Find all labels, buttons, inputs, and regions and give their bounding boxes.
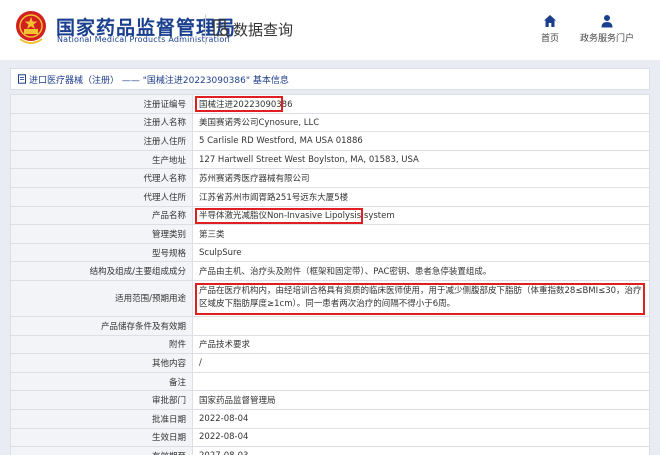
nav-gov-label: 政务服务门户	[580, 34, 635, 44]
field-value: 2022-08-04	[192, 427, 650, 448]
field-label: 产品储存条件及有效期	[10, 315, 193, 336]
table-row: 代理人名称 苏州赛诺秀医疗器械有限公司	[10, 168, 650, 188]
field-value: /	[192, 353, 650, 373]
nav-home-label: 首页	[541, 34, 560, 44]
field-label: 型号规格	[10, 242, 193, 263]
field-value: 2027-08-03	[192, 446, 650, 455]
field-label: 代理人名称	[10, 168, 193, 188]
table-row: 生产地址 127 Hartwell Street West Boylston, …	[10, 149, 650, 170]
field-label: 批准日期	[10, 408, 193, 429]
field-value: 苏州赛诺秀医疗器械有限公司	[192, 168, 650, 188]
table-row: 附件 产品技术要求	[10, 334, 650, 355]
field-value: 产品技术要求	[192, 334, 650, 355]
field-value: 半导体激光减脂仪Non-Invasive Lipolysis system	[192, 205, 650, 226]
document-search-icon	[213, 19, 230, 39]
field-value: 国家药品监督管理局	[192, 390, 650, 410]
field-label: 结构及组成/主要组成成分	[10, 261, 193, 281]
breadcrumb: 进口医疗器械（注册） —— "国械注进20223090386" 基本信息	[10, 68, 650, 90]
field-value: 江苏省苏州市阊胥路251号远东大厦5楼	[192, 186, 650, 207]
table-row: 产品储存条件及有效期	[10, 315, 650, 336]
field-value: SculpSure	[192, 242, 650, 263]
nav-gov-service-portal[interactable]: 政务服务门户	[580, 14, 634, 44]
table-row: 注册人住所 5 Carlisle RD Westford, MA USA 018…	[10, 131, 650, 151]
product-name-value: 半导体激光减脂仪Non-Invasive Lipolysis system	[199, 211, 395, 222]
table-row: 型号规格 SculpSure	[10, 242, 650, 263]
table-row: 注册证编号 国械注进20223090386	[10, 94, 650, 114]
brand-title-en: National Medical Products Administration	[57, 35, 230, 44]
field-label: 附件	[10, 334, 193, 355]
document-icon	[18, 74, 26, 84]
field-value	[192, 315, 650, 336]
table-row: 审批部门 国家药品监督管理局	[10, 390, 650, 410]
user-icon	[601, 15, 613, 28]
table-row: 有效期至 2027-08-03	[10, 446, 650, 455]
table-row: 管理类别 第三类	[10, 224, 650, 244]
field-value: 产品在医疗机构内，由经培训合格具有资质的临床医师使用，用于减少侧腹部皮下脂肪（体…	[192, 279, 650, 317]
field-label: 代理人住所	[10, 186, 193, 207]
table-row: 生效日期 2022-08-04	[10, 427, 650, 448]
header-divider	[205, 14, 206, 44]
table-row: 产品名称 半导体激光减脂仪Non-Invasive Lipolysis syst…	[10, 205, 650, 226]
field-label: 有效期至	[10, 446, 193, 455]
field-value: 5 Carlisle RD Westford, MA USA 01886	[192, 131, 650, 151]
database-query-label: 数据查询	[233, 20, 294, 39]
registration-detail-table: 注册证编号 国械注进20223090386 注册人名称 美国赛诺秀公司Cynos…	[10, 94, 650, 455]
field-value: 国械注进20223090386	[192, 94, 650, 114]
table-row: 结构及组成/主要组成成分 产品由主机、治疗头及附件（框架和固定带）、PAC密钥、…	[10, 261, 650, 281]
field-label: 其他内容	[10, 353, 193, 373]
field-label: 产品名称	[10, 205, 193, 226]
intended-use-value: 产品在医疗机构内，由经培训合格具有资质的临床医师使用，用于减少侧腹部皮下脂肪（体…	[199, 286, 642, 310]
site-header: 国家药品监督管理局 National Medical Products Admi…	[0, 0, 660, 60]
table-row: 适用范围/预期用途 产品在医疗机构内，由经培训合格具有资质的临床医师使用，用于减…	[10, 279, 650, 317]
field-label: 备注	[10, 371, 193, 392]
field-label: 适用范围/预期用途	[10, 279, 193, 317]
field-label: 注册人住所	[10, 131, 193, 151]
table-row: 其他内容 /	[10, 353, 650, 373]
field-value	[192, 371, 650, 392]
home-icon	[544, 15, 556, 27]
national-emblem-icon	[16, 11, 46, 44]
database-query-link[interactable]: 数据查询	[213, 16, 293, 42]
field-label: 管理类别	[10, 224, 193, 244]
table-row: 注册人名称 美国赛诺秀公司Cynosure, LLC	[10, 112, 650, 133]
field-value: 127 Hartwell Street West Boylston, MA, 0…	[192, 149, 650, 170]
field-label: 审批部门	[10, 390, 193, 410]
table-row: 备注	[10, 371, 650, 392]
field-label: 注册证编号	[10, 94, 193, 114]
field-label: 生产地址	[10, 149, 193, 170]
field-label: 注册人名称	[10, 112, 193, 133]
field-value: 美国赛诺秀公司Cynosure, LLC	[192, 112, 650, 133]
field-label: 生效日期	[10, 427, 193, 448]
registration-number-value: 国械注进20223090386	[199, 99, 293, 110]
table-row: 批准日期 2022-08-04	[10, 408, 650, 429]
field-value: 第三类	[192, 224, 650, 244]
breadcrumb-text: 进口医疗器械（注册） —— "国械注进20223090386" 基本信息	[29, 75, 289, 86]
table-row: 代理人住所 江苏省苏州市阊胥路251号远东大厦5楼	[10, 186, 650, 207]
field-value: 2022-08-04	[192, 408, 650, 429]
field-value: 产品由主机、治疗头及附件（框架和固定带）、PAC密钥、患者急停装置组成。	[192, 261, 650, 281]
nav-home[interactable]: 首页	[541, 14, 559, 44]
